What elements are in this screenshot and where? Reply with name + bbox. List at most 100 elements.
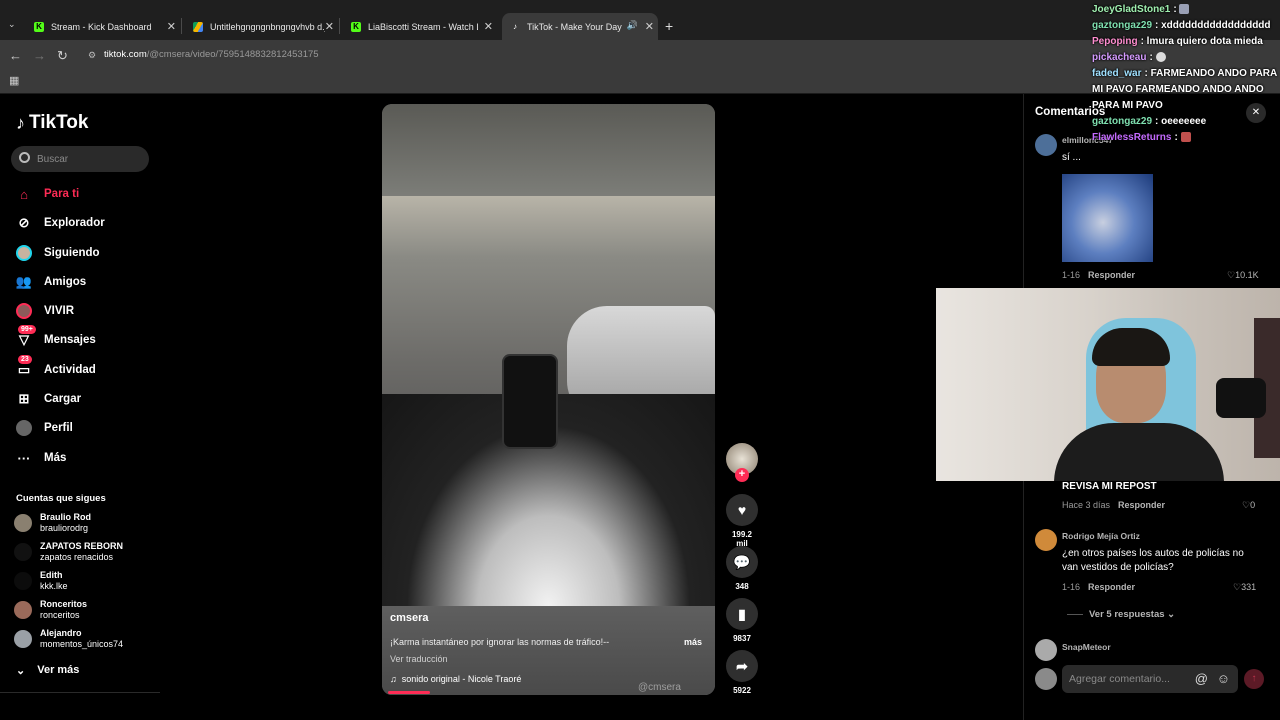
view-replies-button[interactable]: Ver 5 respuestas ⌄ <box>1067 609 1175 620</box>
send-icon[interactable]: ↑ <box>1244 669 1264 689</box>
more-icon: ··· <box>17 450 31 466</box>
browser-tab-bar: ⌄ K Stream - Kick Dashboard ✕ Untitlehgn… <box>0 0 1280 40</box>
tab-label: Stream - Kick Dashboard <box>51 21 152 32</box>
account-handle: brauliorodrg <box>40 523 89 533</box>
video-username[interactable]: cmsera <box>390 612 429 624</box>
comment-action[interactable]: 💬 348 <box>726 546 758 591</box>
comment-like[interactable]: ♡10.1K <box>1227 270 1259 281</box>
follow-plus-icon[interactable]: + <box>735 468 749 482</box>
chat-user: gaztongaz29 <box>1092 116 1153 127</box>
nav-cargar[interactable]: ⊞ Cargar <box>16 387 82 411</box>
avatar <box>14 514 32 532</box>
chat-message: gaztongaz29: xddddddddddddddddd <box>1092 18 1280 34</box>
search-input[interactable]: Buscar <box>11 146 149 172</box>
music-note-icon: ♫ <box>390 674 400 684</box>
comment-icon[interactable]: 💬 <box>726 546 758 578</box>
nav-siguiendo[interactable]: Siguiendo <box>16 241 100 265</box>
tab-close-icon[interactable]: ✕ <box>325 20 334 33</box>
avatar[interactable] <box>1035 134 1057 156</box>
like-action[interactable]: ♥ 199.2 mil <box>726 494 758 548</box>
nav-mas[interactable]: ··· Más <box>16 446 67 470</box>
save-action[interactable]: ▮ 9837 <box>726 598 758 643</box>
following-account[interactable]: Alejandro momentos_únicos74 <box>14 628 123 650</box>
video-description: ¡Karma instantáneo por ignorar las norma… <box>390 637 610 647</box>
nav-explorador[interactable]: ⊘ Explorador <box>16 211 105 235</box>
nav-vivir[interactable]: VIVIR <box>16 299 74 323</box>
tab-close-icon[interactable]: ✕ <box>484 20 493 33</box>
comment-user[interactable]: SnapMeteor <box>1062 642 1111 652</box>
share-icon[interactable]: ➦ <box>726 650 758 682</box>
forward-icon[interactable]: → <box>33 48 46 63</box>
new-tab-icon[interactable]: + <box>665 18 673 34</box>
comment-like[interactable]: ♡0 <box>1242 500 1255 511</box>
following-account[interactable]: Ronceritos ronceritos <box>14 599 87 621</box>
url-field[interactable]: ⚙ tiktok.com/@cmsera/video/7595148832812… <box>84 44 984 66</box>
comment-like[interactable]: ♡331 <box>1233 582 1256 593</box>
avatar[interactable] <box>1035 639 1057 661</box>
share-action[interactable]: ➦ 5922 <box>726 650 758 695</box>
account-name: Edith <box>40 570 63 580</box>
apps-grid-icon[interactable]: ▦ <box>9 74 19 87</box>
video-more-button[interactable]: más <box>684 637 702 647</box>
chat-message: pickacheau: <box>1092 50 1280 66</box>
comment-text: REVISA MI REPOST <box>1062 481 1157 492</box>
tab-label: TikTok - Make Your Day <box>527 21 622 32</box>
chat-user: FlawlessReturns <box>1092 132 1172 143</box>
tab-close-icon[interactable]: ✕ <box>167 20 176 33</box>
following-account[interactable]: ZAPATOS REBORN zapatos renacidos <box>14 541 123 563</box>
audio-playing-icon[interactable]: 🔊 <box>627 20 638 31</box>
nav-label: Cargar <box>44 393 82 405</box>
tab-liabiscotti-stream[interactable]: K LiaBiscotti Stream - Watch Live ✕ <box>343 13 497 40</box>
search-icon <box>19 152 30 163</box>
comment-input[interactable]: Agregar comentario... @ ☺ <box>1062 665 1238 693</box>
nav-label: Perfil <box>44 422 73 434</box>
site-info-icon[interactable]: ⚙ <box>88 44 96 66</box>
tab-kick-dashboard[interactable]: K Stream - Kick Dashboard ✕ <box>26 13 180 40</box>
comment-user[interactable]: Rodrigo Mejía Ortiz <box>1062 531 1140 541</box>
search-placeholder: Buscar <box>37 153 69 165</box>
reply-button[interactable]: Responder <box>1088 270 1135 280</box>
save-count: 9837 <box>733 634 751 643</box>
following-account[interactable]: Braulio Rod brauliorodrg <box>14 512 91 534</box>
share-count: 5922 <box>733 686 751 695</box>
nav-perfil[interactable]: Perfil <box>16 416 73 440</box>
see-more-button[interactable]: ⌄ Ver más <box>16 664 79 677</box>
video-progress-bar[interactable] <box>388 691 430 694</box>
mention-icon[interactable]: @ <box>1195 665 1208 693</box>
bookmark-icon[interactable]: ▮ <box>726 598 758 630</box>
tab-drive-file[interactable]: Untitlehgngngnbngngvhvb d.jp ✕ <box>185 13 338 40</box>
nav-label: Actividad <box>44 364 96 376</box>
nav-label: Amigos <box>44 276 87 288</box>
video-player[interactable]: cmsera ¡Karma instantáneo por ignorar la… <box>382 104 715 695</box>
nav-mensajes[interactable]: ▽ 99+ Mensajes <box>16 325 96 352</box>
video-blur-top <box>382 104 715 196</box>
tiktok-logo[interactable]: ♪ TikTok <box>16 112 88 134</box>
following-avatar-icon <box>16 245 32 261</box>
following-account[interactable]: Edith kkk.lke <box>14 570 68 592</box>
chat-user: gaztongaz29 <box>1092 20 1153 31</box>
chevron-down-icon: ⌄ <box>16 665 26 677</box>
see-more-label: Ver más <box>37 664 80 676</box>
tab-list-chevron-icon[interactable]: ⌄ <box>8 19 16 30</box>
heart-icon[interactable]: ♥ <box>726 494 758 526</box>
live-icon <box>16 303 32 319</box>
back-icon[interactable]: ← <box>9 48 22 63</box>
nav-para-ti[interactable]: ⌂ Para ti <box>16 182 79 206</box>
tab-tiktok[interactable]: ♪ TikTok - Make Your Day 🔊 ✕ <box>502 13 658 40</box>
chat-message: faded_war: FARMEANDO ANDO PARA MI PAVO F… <box>1092 66 1280 114</box>
emoji-icon[interactable]: ☺ <box>1217 665 1230 693</box>
comment-date: Hace 3 días <box>1062 500 1111 510</box>
activity-icon: ▭ 23 <box>17 355 32 377</box>
reply-button[interactable]: Responder <box>1088 582 1135 592</box>
nav-amigos[interactable]: 👥 Amigos <box>16 270 86 294</box>
reload-icon[interactable]: ↻ <box>57 48 68 64</box>
tiktok-icon: ♪ <box>513 22 517 31</box>
avatar[interactable] <box>1035 529 1057 551</box>
nav-actividad[interactable]: ▭ 23 Actividad <box>16 355 96 382</box>
reply-button[interactable]: Responder <box>1118 500 1165 510</box>
translate-link[interactable]: Ver traducción <box>390 654 448 664</box>
tab-close-icon[interactable]: ✕ <box>645 20 654 33</box>
chat-user: faded_war <box>1092 68 1142 79</box>
messages-icon: ▽ 99+ <box>16 325 36 348</box>
video-music[interactable]: ♫ sonido original - Nicole Traoré <box>390 674 521 684</box>
